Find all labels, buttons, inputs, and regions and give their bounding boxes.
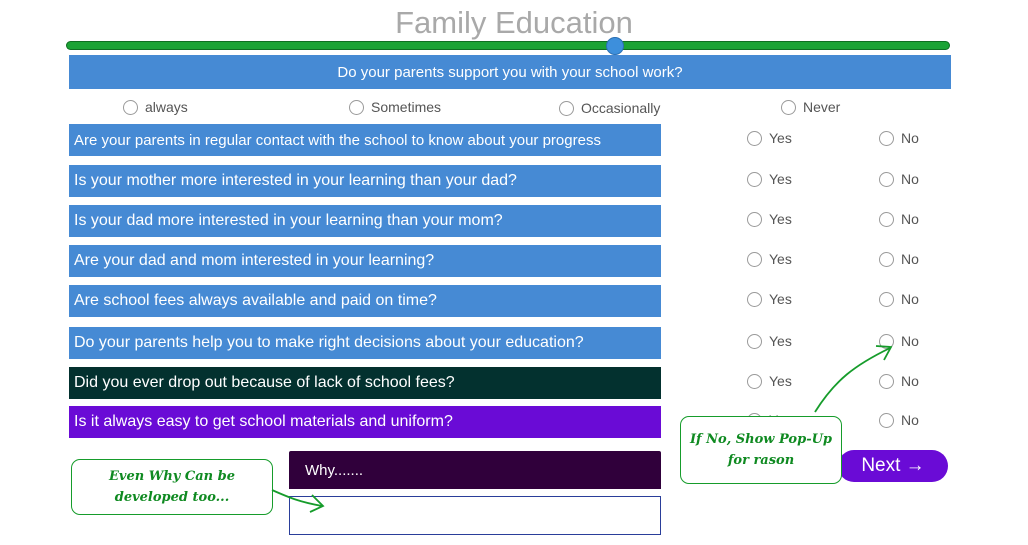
yes-option[interactable]: Yes <box>747 130 792 146</box>
no-option[interactable]: No <box>879 130 919 146</box>
yes-label: Yes <box>769 251 792 267</box>
question-label: Do your parents help you to make right d… <box>69 327 661 359</box>
radio-never[interactable] <box>781 99 796 115</box>
no-option[interactable]: No <box>879 412 919 428</box>
question-label: Is your mother more interested in your l… <box>69 165 661 197</box>
radio-no[interactable] <box>879 333 894 349</box>
main-question: Do your parents support you with your sc… <box>69 55 951 89</box>
progress-track <box>67 42 949 49</box>
radio-occasionally[interactable] <box>559 100 574 116</box>
question-label: Are your parents in regular contact with… <box>69 124 661 156</box>
question-label: Did you ever drop out because of lack of… <box>69 367 661 399</box>
radio-no[interactable] <box>879 171 894 187</box>
option-sometimes[interactable]: Sometimes <box>349 98 441 116</box>
radio-yes[interactable] <box>747 333 762 349</box>
next-button[interactable]: Next → <box>838 450 948 482</box>
yes-option[interactable]: Yes <box>747 171 792 187</box>
radio-no[interactable] <box>879 373 894 389</box>
radio-yes[interactable] <box>747 211 762 227</box>
annotation-text: Even Why Can be <box>109 469 235 484</box>
no-label: No <box>901 412 919 428</box>
yes-label: Yes <box>769 211 792 227</box>
no-label: No <box>901 291 919 307</box>
radio-no[interactable] <box>879 291 894 307</box>
option-occasionally[interactable]: Occasionally <box>559 99 660 117</box>
page-title: Family Education <box>395 5 633 40</box>
option-label: Occasionally <box>581 100 661 116</box>
no-option[interactable]: No <box>879 373 919 389</box>
no-label: No <box>901 211 919 227</box>
no-option[interactable]: No <box>879 291 919 307</box>
no-option[interactable]: No <box>879 333 919 349</box>
no-option[interactable]: No <box>879 171 919 187</box>
radio-yes[interactable] <box>747 171 762 187</box>
question-label: Are your dad and mom interested in your … <box>69 245 661 277</box>
yes-label: Yes <box>769 333 792 349</box>
no-option[interactable]: No <box>879 251 919 267</box>
yes-label: Yes <box>769 171 792 187</box>
annotation-text: for rason <box>727 453 795 468</box>
yes-option[interactable]: Yes <box>747 251 792 267</box>
option-label: Never <box>803 99 841 115</box>
question-label: Is it always easy to get school material… <box>69 406 661 438</box>
radio-no[interactable] <box>879 130 894 146</box>
radio-yes[interactable] <box>747 251 762 267</box>
annotation-text: developed too... <box>114 490 230 505</box>
no-label: No <box>901 130 919 146</box>
radio-yes[interactable] <box>747 291 762 307</box>
annotation-note-popup: If No, Show Pop-Up for rason <box>680 416 842 484</box>
radio-no[interactable] <box>879 211 894 227</box>
why-header: Why....... <box>289 451 661 489</box>
yes-label: Yes <box>769 291 792 307</box>
no-label: No <box>901 171 919 187</box>
no-label: No <box>901 333 919 349</box>
progress-knob[interactable] <box>605 37 624 55</box>
no-label: No <box>901 251 919 267</box>
question-label: Is your dad more interested in your lear… <box>69 205 661 237</box>
radio-always[interactable] <box>123 99 138 115</box>
radio-sometimes[interactable] <box>349 99 364 115</box>
annotation-note-why: Even Why Can be developed too... <box>71 459 273 515</box>
yes-option[interactable]: Yes <box>747 291 792 307</box>
option-never[interactable]: Never <box>781 98 840 116</box>
no-label: No <box>901 373 919 389</box>
option-label: always <box>145 99 188 115</box>
yes-option[interactable]: Yes <box>747 211 792 227</box>
yes-label: Yes <box>769 130 792 146</box>
radio-no[interactable] <box>879 412 894 428</box>
radio-yes[interactable] <box>747 130 762 146</box>
option-label: Sometimes <box>371 99 442 115</box>
radio-yes[interactable] <box>747 373 762 389</box>
radio-no[interactable] <box>879 251 894 267</box>
no-option[interactable]: No <box>879 211 919 227</box>
yes-option[interactable]: Yes <box>747 333 792 349</box>
yes-option[interactable]: Yes <box>747 373 792 389</box>
option-always[interactable]: always <box>123 98 188 116</box>
why-input[interactable] <box>289 496 661 535</box>
question-label: Are school fees always available and pai… <box>69 285 661 317</box>
annotation-text: If No, Show Pop-Up <box>689 432 833 447</box>
yes-label: Yes <box>769 373 792 389</box>
